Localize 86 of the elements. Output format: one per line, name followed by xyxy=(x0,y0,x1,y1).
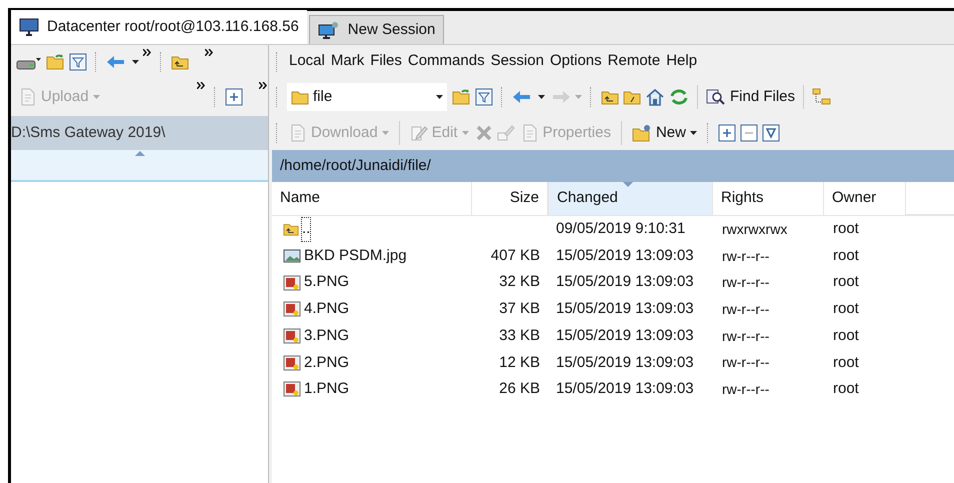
owner-cell-text: root xyxy=(832,299,860,320)
filter-icon[interactable] xyxy=(475,88,493,106)
folder-dropdown[interactable]: file xyxy=(287,83,447,111)
new-button[interactable]: New xyxy=(630,122,699,144)
remove-icon[interactable] xyxy=(740,124,758,142)
caret-icon[interactable] xyxy=(690,131,697,135)
changed-cell-text: 15/05/2019 13:09:03 xyxy=(555,272,695,292)
png-file-icon xyxy=(283,301,301,318)
overflow-icon[interactable] xyxy=(143,49,152,56)
open-folder-icon[interactable] xyxy=(45,54,65,70)
magnifier-icon xyxy=(706,88,726,106)
changed-cell-text: 09/05/2019 9:10:31 xyxy=(555,219,686,240)
changed-cell-text: 15/05/2019 13:09:03 xyxy=(555,246,695,266)
changed-cell-text: 15/05/2019 13:09:03 xyxy=(555,352,695,373)
size-cell-text: 26 KB xyxy=(498,379,541,400)
size-cell-text: 37 KB xyxy=(498,299,541,320)
owner-cell-text: root xyxy=(832,379,860,400)
caret-icon[interactable] xyxy=(436,95,443,99)
sort-arrow-icon xyxy=(623,182,633,187)
file-name-cell[interactable]: 4.PNG xyxy=(272,298,472,321)
owner-cell-text: root xyxy=(832,272,860,292)
rights-cell-text: rw-r--r-- xyxy=(721,300,770,319)
png-file-icon xyxy=(283,354,301,371)
size-cell-text: 407 KB xyxy=(490,246,541,266)
file-name-cell[interactable]: 3.PNG xyxy=(272,324,472,348)
owner-cell-text: root xyxy=(832,326,860,346)
filter-icon[interactable] xyxy=(69,52,87,70)
png-file-icon xyxy=(283,328,301,344)
remote-path-bar: /home/root/Junaidi/file/ xyxy=(272,150,954,182)
menu-item[interactable]: Session xyxy=(490,50,544,73)
menu-item[interactable]: Commands xyxy=(408,50,485,73)
file-name-cell[interactable]: BKD PSDM.jpg xyxy=(272,244,472,268)
caret-icon[interactable] xyxy=(132,60,139,64)
owner-cell-text: root xyxy=(832,352,860,373)
file-name-cell[interactable]: .. xyxy=(272,218,472,241)
file-name-cell[interactable]: 2.PNG xyxy=(272,352,472,374)
rights-cell-text: rw-r--r-- xyxy=(721,326,770,346)
overflow-icon[interactable] xyxy=(197,82,206,89)
open-folder-icon[interactable] xyxy=(451,89,471,105)
overflow-icon[interactable] xyxy=(205,49,214,56)
owner-cell-text: root xyxy=(832,219,860,240)
png-file-icon xyxy=(283,381,301,398)
rights-cell-text: rwxrwxrwx xyxy=(721,220,788,239)
add-icon[interactable] xyxy=(718,124,736,142)
local-path-bar: D:\Sms Gateway 2019\ xyxy=(11,116,268,150)
rights-cell-text: rw-r--r-- xyxy=(721,353,770,372)
menu-item[interactable]: Help xyxy=(666,50,698,73)
new-folder-icon[interactable] xyxy=(632,124,652,142)
home-icon[interactable] xyxy=(645,88,665,106)
caret-icon[interactable] xyxy=(538,95,545,99)
refresh-icon[interactable] xyxy=(669,88,689,106)
parent-folder-icon[interactable] xyxy=(171,54,189,70)
find-files-button[interactable]: Find Files xyxy=(706,86,796,108)
changed-cell-text: 15/05/2019 13:09:03 xyxy=(555,326,695,346)
menu-item[interactable]: Files xyxy=(370,50,402,73)
changed-cell-text: 15/05/2019 13:09:03 xyxy=(555,299,695,320)
monitor-icon xyxy=(19,18,39,36)
column-header[interactable]: Changed xyxy=(548,182,713,215)
file-name-cell[interactable]: 1.PNG xyxy=(272,378,472,401)
overflow-icon[interactable] xyxy=(259,82,268,89)
size-cell-text: 32 KB xyxy=(498,272,541,292)
monitor-gear-icon xyxy=(318,21,340,39)
menu-item[interactable]: Local xyxy=(289,50,325,73)
menu-item[interactable]: Options xyxy=(550,50,602,73)
changed-cell-text: 15/05/2019 13:09:03 xyxy=(555,379,695,400)
size-cell-text: 33 KB xyxy=(498,326,541,346)
folder-tree-icon[interactable] xyxy=(812,88,832,106)
sort-arrow-icon xyxy=(134,150,144,156)
parent-folder-icon[interactable] xyxy=(601,89,619,105)
rights-cell-text: rw-r--r-- xyxy=(721,380,770,399)
file-name-cell[interactable]: 5.PNG xyxy=(272,271,472,294)
parent-folder-icon[interactable] xyxy=(283,221,299,238)
session-tab[interactable]: New Session xyxy=(308,15,444,44)
add-icon[interactable] xyxy=(225,88,243,106)
select-filter-icon[interactable] xyxy=(762,124,780,142)
owner-cell-text: root xyxy=(832,246,860,266)
menu-item[interactable]: Remote xyxy=(608,50,660,73)
delete-icon[interactable] xyxy=(474,124,493,142)
rights-cell-text: rw-r--r-- xyxy=(721,273,770,292)
image-file-icon xyxy=(283,248,301,264)
size-cell-text: 12 KB xyxy=(498,352,541,373)
png-file-icon xyxy=(283,274,301,291)
rights-cell-text: rw-r--r-- xyxy=(721,246,770,266)
folder-icon[interactable] xyxy=(291,89,309,105)
menu-item[interactable]: Mark xyxy=(330,50,364,73)
session-tab[interactable]: Datacenter root/root@103.116.168.56 xyxy=(11,10,307,44)
